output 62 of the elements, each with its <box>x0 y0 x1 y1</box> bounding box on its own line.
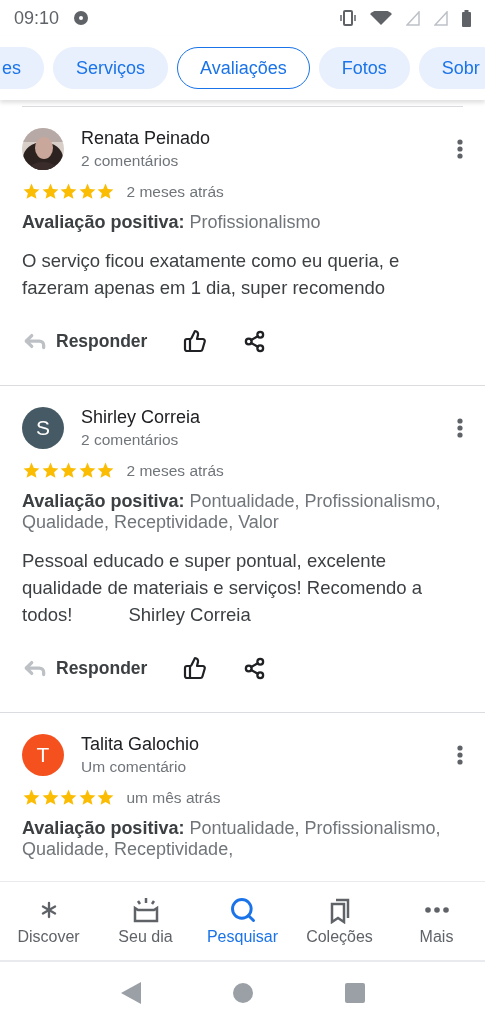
signal-icon <box>434 10 448 26</box>
like-button[interactable] <box>183 656 208 680</box>
reviewer-name: Shirley Correia <box>81 407 202 428</box>
vibrate-icon <box>340 10 356 26</box>
star-icon <box>40 182 59 201</box>
signal-icon <box>406 10 420 26</box>
home-icon[interactable] <box>232 983 253 1003</box>
reviewer-name: Renata Peinado <box>81 128 212 149</box>
back-icon[interactable] <box>120 982 141 1004</box>
share-button[interactable] <box>243 656 267 680</box>
review-time: 2 meses atrás <box>126 182 224 201</box>
star-icon <box>96 461 115 480</box>
nav-item[interactable]: Mais <box>388 882 485 960</box>
review-time: 2 meses atrás <box>126 461 224 480</box>
avatar: T <box>22 734 64 776</box>
star-icon <box>40 461 59 480</box>
avatar: S <box>22 407 64 449</box>
more-icon <box>424 907 449 913</box>
nav-item[interactable]: Seu dia <box>97 882 194 960</box>
star-icon <box>96 788 115 807</box>
wifi-icon <box>370 11 392 25</box>
reviewer-name: Talita Galochio <box>81 734 201 755</box>
positive-review: Avaliação positiva: Pontualidade, Profissionalismo, Qualidade, Receptividade, <box>22 818 442 860</box>
star-icon <box>96 182 115 201</box>
reply-button[interactable]: Responder <box>22 328 148 354</box>
more-icon[interactable] <box>457 418 463 438</box>
star-icon <box>22 788 41 807</box>
positive-review: Avaliação positiva: Profissionalismo <box>22 212 322 233</box>
like-button[interactable] <box>183 329 208 353</box>
tab[interactable]: es <box>0 47 44 89</box>
tab[interactable]: Fotos <box>318 47 410 89</box>
sunrise-icon <box>131 896 160 924</box>
star-icon <box>59 182 78 201</box>
status-time: 09:10 <box>14 7 60 29</box>
review-text: O serviço ficou exatamente como eu queria, e fazeram apenas em 1 dia, super recomendo <box>22 249 401 300</box>
nav-item[interactable]: Pesquisar <box>194 882 291 960</box>
nav-item[interactable]: Coleções <box>291 882 388 960</box>
review-text: Pessoal educado e super pontual, excelente qualidade de materiais e serviços! Recomendo a todos! Shirley Correia <box>22 549 424 627</box>
star-icon <box>40 788 59 807</box>
more-icon[interactable] <box>457 139 463 159</box>
tab[interactable]: Serviços <box>53 47 169 89</box>
star-icon <box>59 461 78 480</box>
tab[interactable]: Sobr <box>418 47 485 89</box>
review-time: um mês atrás <box>126 788 221 807</box>
positive-review: Avaliação positiva: Pontualidade, Profissionalismo, Qualidade, Receptividade, Valor <box>22 491 442 533</box>
nav-item[interactable]: Discover <box>0 882 97 960</box>
star-icon <box>22 182 41 201</box>
battery-icon <box>462 9 471 27</box>
star-icon <box>59 788 78 807</box>
tab[interactable]: Avaliações <box>177 47 310 89</box>
comment-count: Um comentário <box>81 758 188 776</box>
search-icon <box>228 896 257 924</box>
more-icon[interactable] <box>457 745 463 765</box>
star-icon <box>77 461 96 480</box>
reply-button[interactable]: Responder <box>22 655 148 681</box>
share-button[interactable] <box>243 329 267 353</box>
comment-count: 2 comentários <box>81 152 180 170</box>
recents-icon[interactable] <box>344 983 365 1003</box>
star-icon <box>22 461 41 480</box>
comment-count: 2 comentários <box>81 431 180 449</box>
star-icon <box>77 182 96 201</box>
star-icon <box>77 788 96 807</box>
